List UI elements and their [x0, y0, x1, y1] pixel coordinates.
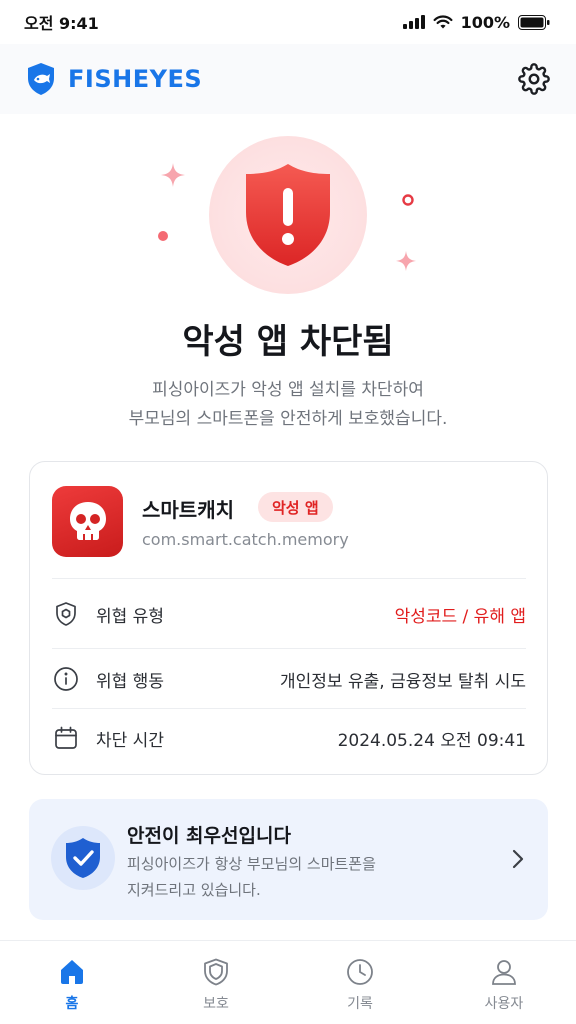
brand-logo: FISHEYES	[26, 62, 202, 96]
user-icon	[492, 960, 516, 985]
safety-banner[interactable]: 안전이 최우선입니다 피싱아이즈가 항상 부모님의 스마트폰을 지켜드리고 있습…	[29, 799, 548, 920]
safety-icon-bg	[51, 826, 115, 890]
nav-label: 홈	[65, 996, 79, 1012]
sparkle-icon	[161, 163, 185, 187]
alert-description: 피싱아이즈가 악성 앱 설치를 차단하여 부모님의 스마트폰을 안전하게 보호했…	[0, 376, 576, 434]
nav-item-history[interactable]: 기록	[288, 941, 432, 1024]
safety-description-line: 피싱아이즈가 항상 부모님의 스마트폰을	[127, 855, 376, 873]
settings-gear-icon[interactable]	[518, 63, 550, 95]
sparkle-icon	[395, 250, 417, 272]
threat-behavior-value: 개인정보 유출, 금융정보 탈취 시도	[280, 671, 526, 692]
block-time-row: 차단 시간 2024.05.24 오전 09:41	[52, 723, 526, 753]
app-icon	[52, 486, 123, 557]
page-title: 악성 앱 차단됨	[182, 322, 394, 362]
safety-description-line: 지켜드리고 있습니다.	[127, 881, 261, 899]
fisheyes-logo-icon	[28, 63, 54, 95]
chevron-right-icon[interactable]	[510, 847, 526, 871]
skull-icon	[69, 501, 106, 540]
warning-shield-icon	[246, 164, 330, 266]
dot-icon	[158, 231, 168, 241]
blocked-app-card: 스마트캐치 악성 앱 com.smart.catch.memory 위협 유형 …	[29, 461, 548, 775]
wifi-icon	[433, 14, 453, 28]
divider	[52, 648, 526, 649]
threat-type-value: 악성코드 / 유해 앱	[394, 606, 526, 627]
threat-type-label: 위협 유형	[96, 606, 164, 627]
status-time: 오전 9:41	[24, 14, 99, 33]
nav-label: 보호	[203, 996, 229, 1012]
bottom-nav: 홈 보호 기록 사용자	[0, 940, 576, 1024]
app-header: FISHEYES	[0, 44, 576, 114]
shield-icon	[204, 958, 228, 986]
alert-description-line: 피싱아이즈가 악성 앱 설치를 차단하여	[152, 380, 424, 400]
shield-outline-icon	[52, 600, 80, 628]
safety-title: 안전이 최우선입니다	[127, 825, 291, 847]
nav-item-protection[interactable]: 보호	[144, 941, 288, 1024]
block-time-value: 2024.05.24 오전 09:41	[337, 730, 526, 751]
status-bar: 오전 9:41 100%	[0, 0, 576, 44]
info-icon	[52, 665, 80, 693]
malicious-badge: 악성 앱	[258, 492, 333, 522]
threat-behavior-row: 위협 행동 개인정보 유출, 금융정보 탈취 시도	[52, 664, 526, 694]
home-icon	[61, 960, 83, 984]
nav-label: 사용자	[484, 996, 524, 1012]
shield-check-icon	[66, 838, 100, 878]
app-package-name: com.smart.catch.memory	[142, 530, 349, 549]
nav-item-user[interactable]: 사용자	[432, 941, 576, 1024]
clock-icon	[347, 959, 373, 985]
status-indicators: 100%	[402, 12, 550, 32]
block-time-label: 차단 시간	[96, 730, 164, 751]
threat-behavior-label: 위협 행동	[96, 671, 164, 692]
signal-icon	[402, 15, 425, 29]
safety-description: 피싱아이즈가 항상 부모님의 스마트폰을 지켜드리고 있습니다.	[127, 851, 457, 903]
battery-icon	[518, 14, 550, 30]
battery-percent: 100%	[460, 12, 510, 32]
ring-dot-icon	[402, 194, 414, 206]
divider	[52, 578, 526, 579]
app-name: 스마트캐치	[142, 498, 234, 522]
divider	[52, 708, 526, 709]
calendar-icon	[52, 724, 80, 752]
alert-description-line: 부모님의 스마트폰을 안전하게 보호했습니다.	[128, 409, 448, 429]
threat-type-row: 위협 유형 악성코드 / 유해 앱	[52, 599, 526, 629]
brand-name: FISHEYES	[68, 65, 203, 93]
nav-item-home[interactable]: 홈	[0, 941, 144, 1024]
nav-label: 기록	[347, 996, 373, 1012]
